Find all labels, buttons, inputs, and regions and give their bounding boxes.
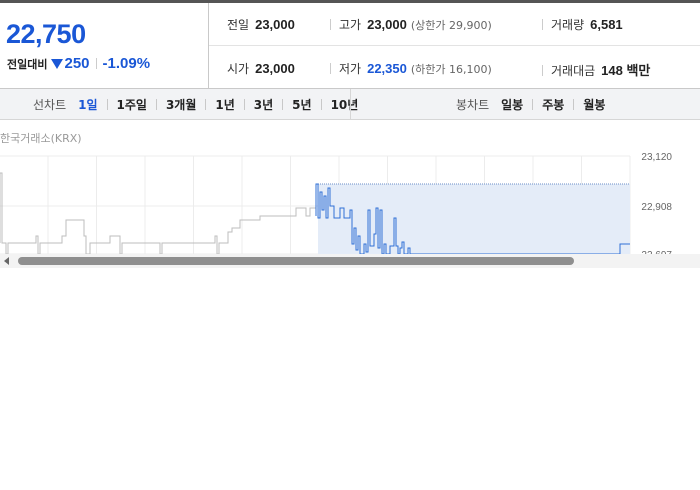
tab-daily[interactable]: 일봉 <box>499 96 525 113</box>
stat-label: 고가 <box>339 18 362 32</box>
down-triangle-icon <box>51 58 64 69</box>
tab-1y[interactable]: 1년 <box>213 96 236 113</box>
line-chart-tabs: 선차트 1일 1주일 3개월 1년 3년 5년 10년 <box>33 89 360 119</box>
stat-label: 전일 <box>227 18 250 32</box>
stats-panel: 전일 23,000 고가 23,000 (상한가 29,900) 거래량 6,581 시… <box>209 3 700 88</box>
scroll-left-arrow-icon[interactable] <box>4 257 9 265</box>
divider <box>243 98 245 110</box>
stat-label: 저가 <box>339 62 362 76</box>
tab-1d[interactable]: 1일 <box>76 96 99 113</box>
divider <box>573 98 575 110</box>
change-percent: -1.09% <box>102 55 151 72</box>
stat-open: 시가 23,000 <box>227 60 295 77</box>
stat-value: 23,000 <box>255 61 295 76</box>
tab-3m[interactable]: 3개월 <box>164 96 198 113</box>
tab-10y[interactable]: 10년 <box>329 96 361 113</box>
candle-chart-label: 봉차트 <box>456 97 490 112</box>
tab-3y[interactable]: 3년 <box>252 96 275 113</box>
row-divider <box>209 45 700 46</box>
chart-scrollbar[interactable] <box>0 254 700 268</box>
divider <box>330 63 331 74</box>
stat-high: 고가 23,000 (상한가 29,900) <box>330 16 492 33</box>
lower-limit: (하한가 16,100) <box>410 63 492 76</box>
divider <box>330 19 331 30</box>
stat-label: 거래대금 <box>551 64 596 78</box>
divider <box>542 65 543 76</box>
stat-value: 23,000 <box>255 17 295 32</box>
period-tab-bar: 선차트 1일 1주일 3개월 1년 3년 5년 10년 봉차트 일봉 주봉 월봉 <box>0 89 700 120</box>
tab-weekly[interactable]: 주봉 <box>540 96 566 113</box>
change-label: 전일대비 <box>7 57 48 71</box>
price-change: 전일대비 250 -1.09% <box>7 55 150 72</box>
stat-label: 거래량 <box>551 18 585 32</box>
chart-svg: 23,12022,90822,697 <box>0 148 700 261</box>
upper-limit: (상한가 29,900) <box>410 19 492 32</box>
stat-prev-close: 전일 23,000 <box>227 16 295 33</box>
divider <box>205 98 207 110</box>
exchange-label: 한국거래소(KRX) <box>0 132 82 145</box>
stat-label: 시가 <box>227 62 250 76</box>
divider <box>155 98 157 110</box>
change-value: 250 <box>64 55 90 72</box>
candle-chart-tabs: 봉차트 일봉 주봉 월봉 <box>456 89 607 119</box>
divider <box>542 19 543 30</box>
stat-value: 148 백만 <box>601 63 651 78</box>
current-price: 22,750 <box>6 19 86 49</box>
divider <box>532 98 534 110</box>
stat-amount: 거래대금 148 백만 <box>542 60 650 79</box>
line-chart-label: 선차트 <box>33 97 67 112</box>
stat-low: 저가 22,350 (하한가 16,100) <box>330 60 492 77</box>
stat-value: 6,581 <box>590 17 623 32</box>
quote-panel: 22,750 전일대비 250 -1.09% 전일 23,000 고가 23,000… <box>0 3 700 89</box>
price-area: 22,750 전일대비 250 -1.09% <box>0 3 209 88</box>
tab-group-divider <box>350 89 351 119</box>
stat-volume: 거래량 6,581 <box>542 16 623 33</box>
stat-value: 23,000 <box>367 17 407 32</box>
tab-monthly[interactable]: 월봉 <box>581 96 607 113</box>
divider <box>320 98 322 110</box>
scrollbar-thumb[interactable] <box>18 257 574 265</box>
tab-5y[interactable]: 5년 <box>290 96 313 113</box>
price-chart[interactable]: 23,12022,90822,697 <box>0 148 700 261</box>
y-tick-label: 22,908 <box>641 202 672 213</box>
y-tick-label: 23,120 <box>641 152 672 163</box>
stat-value: 22,350 <box>367 61 407 76</box>
divider <box>282 98 284 110</box>
divider <box>95 58 97 69</box>
divider <box>106 98 108 110</box>
tab-1w[interactable]: 1주일 <box>115 96 149 113</box>
